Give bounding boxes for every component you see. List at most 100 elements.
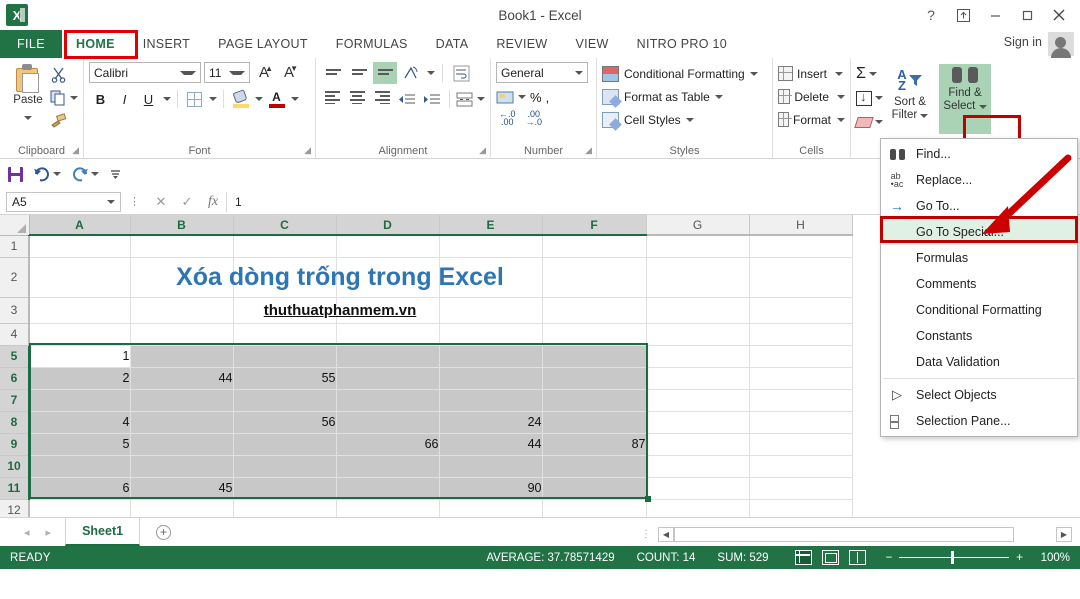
insert-cells-button[interactable]: Insert bbox=[778, 62, 845, 85]
column-header-b[interactable]: B bbox=[130, 215, 233, 235]
clipboard-dialog-launcher-icon[interactable]: ◢ bbox=[72, 145, 79, 156]
sort-and-filter-button[interactable]: AZ Sort & Filter bbox=[883, 64, 937, 134]
accounting-format-button[interactable] bbox=[496, 87, 514, 107]
format-as-table-button[interactable]: Format as Table bbox=[602, 85, 767, 108]
undo-button[interactable] bbox=[33, 166, 61, 182]
zoom-level-label[interactable]: 100% bbox=[1030, 552, 1070, 564]
close-button[interactable] bbox=[1044, 2, 1074, 28]
cell-c8[interactable]: 56 bbox=[233, 411, 336, 433]
ribbon-display-options-icon[interactable] bbox=[948, 2, 978, 28]
decrease-decimal-button[interactable]: .00→.0 bbox=[526, 110, 543, 126]
fill-color-button[interactable] bbox=[229, 88, 252, 110]
cell-h5[interactable] bbox=[749, 345, 852, 367]
number-dialog-launcher-icon[interactable]: ◢ bbox=[585, 145, 592, 156]
cell-h3[interactable] bbox=[749, 297, 852, 323]
cell-f5[interactable] bbox=[542, 345, 646, 367]
tab-page-layout[interactable]: PAGE LAYOUT bbox=[204, 30, 322, 58]
number-format-selector[interactable]: General bbox=[496, 62, 588, 83]
undo-caret-icon[interactable] bbox=[53, 172, 61, 176]
zoom-in-button[interactable]: + bbox=[1016, 552, 1023, 564]
fill-button[interactable] bbox=[856, 86, 883, 110]
cell-c12[interactable] bbox=[233, 499, 336, 517]
cell-g11[interactable] bbox=[646, 477, 749, 499]
cell-f12[interactable] bbox=[542, 499, 646, 517]
accounting-caret-icon[interactable] bbox=[518, 95, 526, 99]
alignment-dialog-launcher-icon[interactable]: ◢ bbox=[479, 145, 486, 156]
cell-b10[interactable] bbox=[130, 455, 233, 477]
increase-font-size-button[interactable]: A▲ bbox=[253, 62, 275, 83]
cell-g8[interactable] bbox=[646, 411, 749, 433]
tab-view[interactable]: VIEW bbox=[561, 30, 622, 58]
cell-g1[interactable] bbox=[646, 235, 749, 257]
customize-quick-access-toolbar-button[interactable] bbox=[109, 168, 122, 181]
column-header-f[interactable]: F bbox=[542, 215, 646, 235]
menu-item-conditional-formatting[interactable]: Conditional Formatting bbox=[881, 297, 1077, 323]
tab-data[interactable]: DATA bbox=[422, 30, 483, 58]
copy-button[interactable] bbox=[50, 87, 78, 108]
scroll-left-button[interactable]: ◀ bbox=[658, 527, 674, 542]
tab-home[interactable]: HOME bbox=[62, 30, 129, 58]
decrease-font-size-button[interactable]: A▼ bbox=[278, 62, 300, 83]
cell-e8[interactable]: 24 bbox=[439, 411, 542, 433]
autosum-button[interactable]: Σ bbox=[856, 62, 883, 86]
tab-insert[interactable]: INSERT bbox=[129, 30, 204, 58]
column-header-c[interactable]: C bbox=[233, 215, 336, 235]
insert-function-button[interactable]: fx bbox=[200, 194, 226, 210]
cell-e1[interactable] bbox=[439, 235, 542, 257]
cell-a5[interactable]: 1 bbox=[29, 345, 130, 367]
font-name-selector[interactable]: Calibri bbox=[89, 62, 201, 83]
save-button[interactable] bbox=[8, 167, 23, 182]
name-box[interactable]: A5 bbox=[6, 192, 121, 212]
paste-button[interactable]: Paste bbox=[5, 62, 51, 125]
align-top-button[interactable] bbox=[321, 62, 345, 84]
cell-d5[interactable] bbox=[336, 345, 439, 367]
menu-item-select-objects[interactable]: ▷ Select Objects bbox=[881, 382, 1077, 408]
cell-c3[interactable] bbox=[233, 297, 336, 323]
cell-f7[interactable] bbox=[542, 389, 646, 411]
select-all-corner[interactable] bbox=[0, 215, 29, 235]
cell-d4[interactable] bbox=[336, 323, 439, 345]
cell-g9[interactable] bbox=[646, 433, 749, 455]
cell-f11[interactable] bbox=[542, 477, 646, 499]
page-break-preview-button[interactable] bbox=[849, 550, 866, 565]
wrap-text-button[interactable] bbox=[449, 62, 473, 84]
cell-b3[interactable] bbox=[130, 297, 233, 323]
help-button[interactable]: ? bbox=[916, 2, 946, 28]
cell-e7[interactable] bbox=[439, 389, 542, 411]
page-layout-view-button[interactable] bbox=[822, 550, 839, 565]
decrease-indent-button[interactable] bbox=[395, 88, 418, 110]
menu-item-go-to[interactable]: → Go To... bbox=[881, 193, 1077, 219]
cell-f6[interactable] bbox=[542, 367, 646, 389]
tab-formulas[interactable]: FORMULAS bbox=[322, 30, 422, 58]
row-header-5[interactable]: 5 bbox=[0, 345, 29, 367]
cell-c10[interactable] bbox=[233, 455, 336, 477]
column-header-h[interactable]: H bbox=[749, 215, 852, 235]
row-header-12[interactable]: 12 bbox=[0, 499, 29, 517]
cell-c9[interactable] bbox=[233, 433, 336, 455]
cell-d10[interactable] bbox=[336, 455, 439, 477]
cell-d9[interactable]: 66 bbox=[336, 433, 439, 455]
scroll-right-button[interactable]: ▶ bbox=[1056, 527, 1072, 542]
cell-h8[interactable] bbox=[749, 411, 852, 433]
increase-indent-button[interactable] bbox=[420, 88, 443, 110]
align-left-button[interactable] bbox=[321, 88, 344, 110]
cell-a4[interactable] bbox=[29, 323, 130, 345]
account-avatar-icon[interactable] bbox=[1048, 32, 1074, 56]
cell-g6[interactable] bbox=[646, 367, 749, 389]
cut-button[interactable] bbox=[50, 64, 78, 85]
normal-view-button[interactable] bbox=[795, 550, 812, 565]
borders-caret-icon[interactable] bbox=[207, 88, 218, 110]
bold-button[interactable]: B bbox=[89, 88, 112, 110]
cell-g3[interactable] bbox=[646, 297, 749, 323]
cell-f8[interactable] bbox=[542, 411, 646, 433]
menu-item-data-validation[interactable]: Data Validation bbox=[881, 349, 1077, 375]
cell-g7[interactable] bbox=[646, 389, 749, 411]
cell-e2[interactable] bbox=[439, 257, 542, 297]
merge-and-center-button[interactable] bbox=[456, 91, 485, 108]
cancel-entry-button[interactable]: ✕ bbox=[148, 194, 174, 210]
cell-e4[interactable] bbox=[439, 323, 542, 345]
cell-a10[interactable] bbox=[29, 455, 130, 477]
menu-item-go-to-special[interactable]: Go To Special... bbox=[881, 219, 1077, 245]
row-header-8[interactable]: 8 bbox=[0, 411, 29, 433]
scroll-splitter[interactable]: ⋮ bbox=[641, 529, 658, 540]
